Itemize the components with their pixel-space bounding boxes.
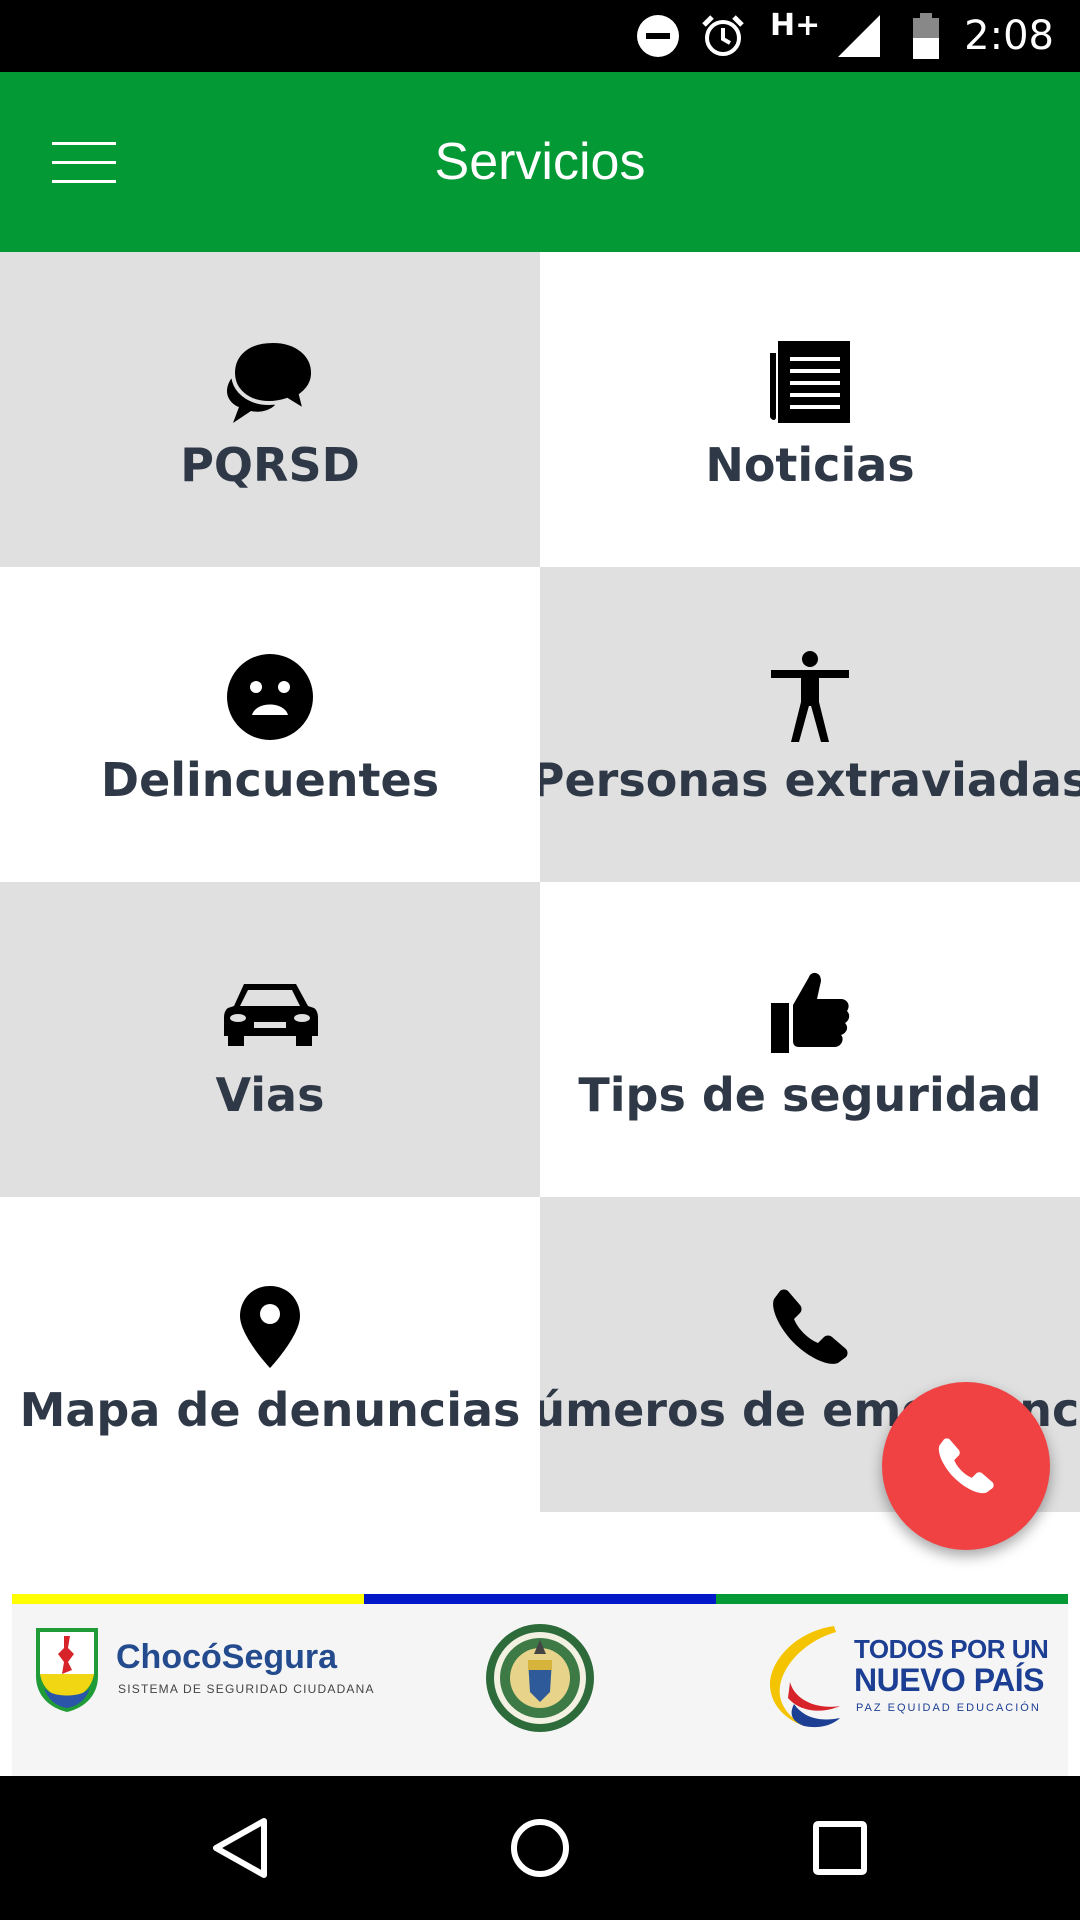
battery-icon (910, 0, 942, 72)
app-bar: Servicios (0, 72, 1080, 252)
tile-label: PQRSD (180, 438, 360, 492)
recents-icon[interactable] (790, 1798, 890, 1898)
policia-nacional-seal (484, 1622, 596, 1734)
thumbs-up-icon (760, 962, 860, 1062)
phone-icon (760, 1277, 860, 1377)
tile-label: Tips de seguridad (578, 1068, 1042, 1122)
hamburger-menu-icon[interactable] (38, 122, 130, 202)
nuevo-line3: PAZ EQUIDAD EDUCACIÓN (856, 1702, 1041, 1714)
footer-logos: ChocóSegura SISTEMA DE SEGURIDAD CIUDADA… (12, 1604, 1068, 1776)
back-icon[interactable] (190, 1798, 290, 1898)
choco-subtitle: SISTEMA DE SEGURIDAD CIUDADANA (118, 1682, 375, 1696)
car-icon (220, 962, 320, 1062)
tile-noticias[interactable]: Noticias (540, 252, 1080, 567)
sad-face-icon (220, 647, 320, 747)
newspaper-icon (760, 332, 860, 432)
footer-color-stripe (12, 1594, 1068, 1604)
chat-bubbles-icon (220, 332, 320, 432)
page-title: Servicios (434, 133, 646, 191)
person-icon (760, 647, 860, 747)
tile-label: Personas extraviadas (540, 753, 1080, 807)
todos-por-un-nuevo-pais-logo: TODOS POR UN NUEVO PAÍS PAZ EQUIDAD EDUC… (764, 1622, 1054, 1742)
signal-icon (836, 0, 882, 72)
map-pin-icon (220, 1277, 320, 1377)
tile-delincuentes[interactable]: Delincuentes (0, 567, 540, 882)
choco-name-part1: Chocó (116, 1638, 222, 1676)
tile-label: Vias (215, 1068, 325, 1122)
phone-icon (938, 1438, 994, 1494)
system-nav-bar (0, 1776, 1080, 1920)
tile-label: Delincuentes (100, 753, 440, 807)
emergency-call-button[interactable] (882, 1382, 1050, 1550)
tile-mapa-de-denuncias[interactable]: Mapa de denuncias (0, 1197, 540, 1512)
services-grid: PQRSD Noticias Delincuentes Personas ext… (0, 252, 1080, 1512)
tile-label: Mapa de denuncias (19, 1383, 521, 1437)
nuevo-line2: NUEVO PAÍS (854, 1662, 1045, 1698)
nuevo-line1: TODOS POR UN (854, 1634, 1049, 1664)
choco-segura-logo: ChocóSegura SISTEMA DE SEGURIDAD CIUDADA… (34, 1626, 374, 1716)
flag-swoosh-icon (770, 1626, 840, 1728)
alarm-icon (700, 0, 746, 72)
network-type: H+ (770, 8, 821, 43)
choco-name-part2: Segura (221, 1638, 338, 1676)
clock: 2:08 (964, 13, 1054, 59)
tile-label: Noticias (705, 438, 915, 492)
do-not-disturb-icon (636, 0, 680, 72)
shield-icon (36, 1628, 98, 1712)
home-icon[interactable] (490, 1798, 590, 1898)
status-bar: H+ 2:08 (0, 0, 1080, 72)
tile-personas-extraviadas[interactable]: Personas extraviadas (540, 567, 1080, 882)
tile-vias[interactable]: Vias (0, 882, 540, 1197)
tile-tips-de-seguridad[interactable]: Tips de seguridad (540, 882, 1080, 1197)
tile-pqrsd[interactable]: PQRSD (0, 252, 540, 567)
